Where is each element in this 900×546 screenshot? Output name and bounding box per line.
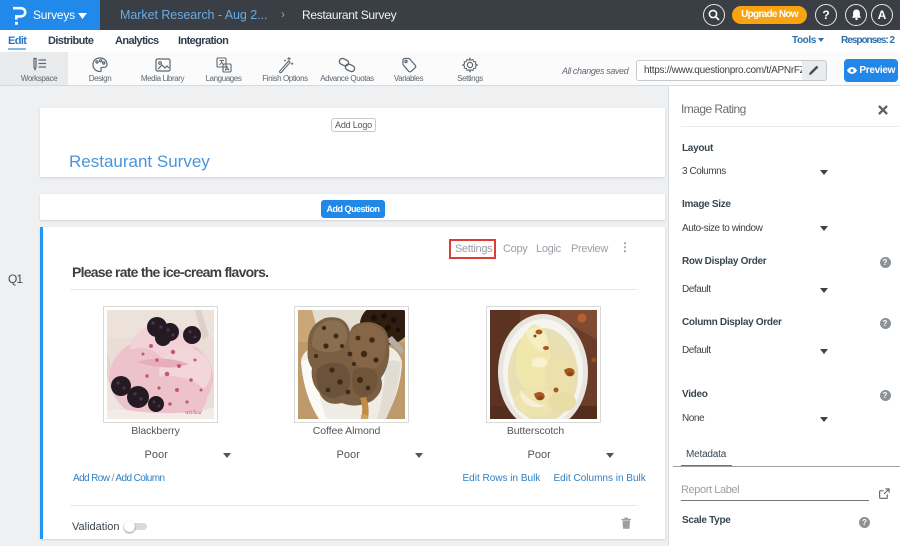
- svg-text:wicked: wicked: [185, 410, 203, 416]
